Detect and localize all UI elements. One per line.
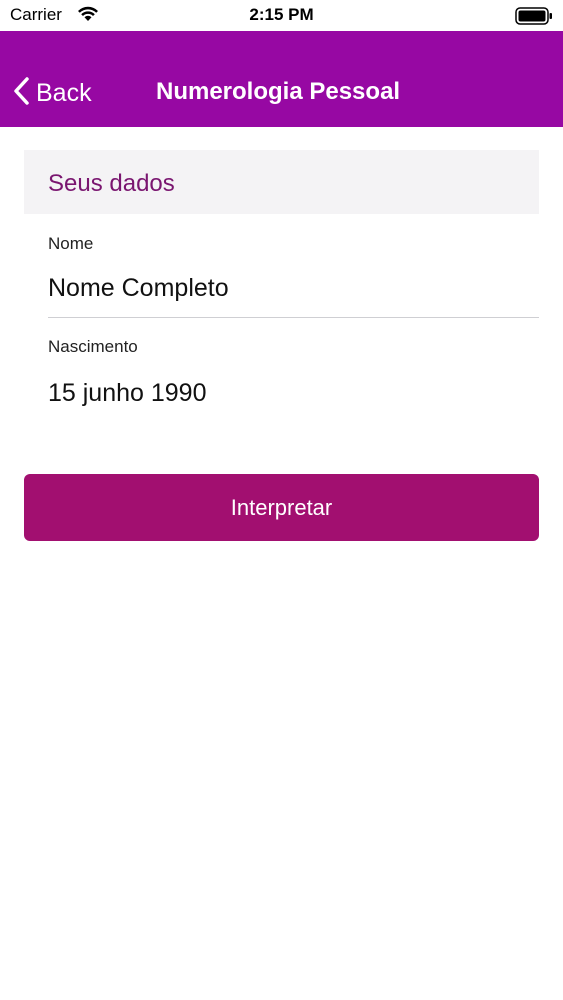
name-label: Nome [48, 234, 94, 253]
section-header: Seus dados [24, 150, 539, 214]
name-field[interactable]: Nome Completo [48, 274, 229, 303]
clock-time: 2:15 PM [249, 5, 314, 24]
back-label: Back [36, 78, 92, 107]
section-title: Seus dados [48, 170, 175, 197]
chevron-left-icon [12, 76, 30, 111]
birth-date-label: Nascimento [48, 337, 138, 356]
status-bar: Carrier 2:15 PM [0, 0, 563, 31]
divider [48, 317, 539, 318]
interpret-button[interactable]: Interpretar [24, 474, 539, 541]
back-button[interactable]: Back [12, 75, 92, 111]
battery-icon [515, 7, 553, 30]
page-title: Numerologia Pessoal [156, 78, 401, 105]
navigation-bar: Back Numerologia Pessoal [0, 31, 563, 127]
birth-date-field[interactable]: 15 junho 1990 [48, 379, 206, 408]
